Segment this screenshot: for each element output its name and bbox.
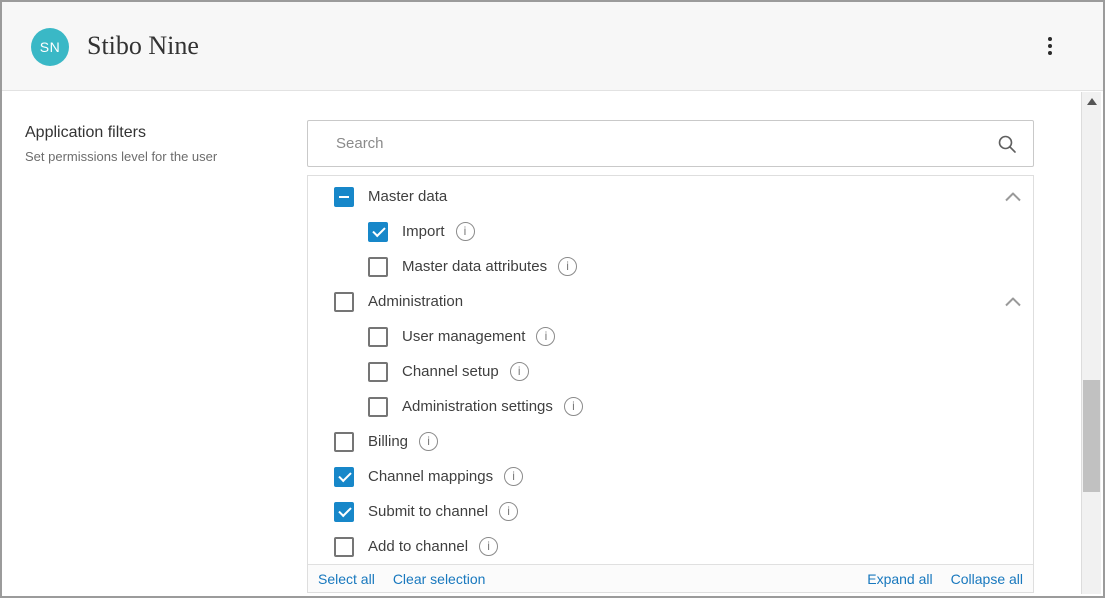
clear-selection-link[interactable]: Clear selection xyxy=(393,571,486,587)
info-icon[interactable]: i xyxy=(564,397,583,416)
tree-row[interactable]: User management i xyxy=(308,319,1033,354)
checkbox[interactable] xyxy=(334,502,354,522)
tree-item-label: Administration settings xyxy=(402,398,553,415)
checkbox[interactable] xyxy=(368,362,388,382)
tree-row[interactable]: Import i xyxy=(308,214,1033,249)
info-icon[interactable]: i xyxy=(499,502,518,521)
tree-row[interactable]: Master data attributes i xyxy=(308,249,1033,284)
scrollbar-thumb[interactable] xyxy=(1083,380,1100,492)
app-header: SN Stibo Nine xyxy=(2,2,1103,91)
checkbox[interactable] xyxy=(334,187,354,207)
tree-row[interactable]: Channel setup i xyxy=(308,354,1033,389)
tree-row[interactable]: Master data xyxy=(308,179,1033,214)
checkbox[interactable] xyxy=(368,397,388,417)
filters-subtitle: Set permissions level for the user xyxy=(25,149,285,164)
tree-item-label: Add to channel xyxy=(368,538,468,555)
tree-item-label: Master data xyxy=(368,188,447,205)
tree-item-label: Channel mappings xyxy=(368,468,493,485)
info-icon[interactable]: i xyxy=(504,467,523,486)
tree-item-label: User management xyxy=(402,328,525,345)
info-icon[interactable]: i xyxy=(536,327,555,346)
info-icon[interactable]: i xyxy=(558,257,577,276)
tree-item-label: Master data attributes xyxy=(402,258,547,275)
checkbox[interactable] xyxy=(368,222,388,242)
tree-row[interactable]: Submit to channel i xyxy=(308,494,1033,529)
search-input[interactable] xyxy=(308,121,997,166)
tree-row[interactable]: Add to channel i xyxy=(308,529,1033,564)
chevron-up-icon[interactable] xyxy=(1001,188,1025,205)
checkbox[interactable] xyxy=(334,432,354,452)
scroll-up-icon[interactable] xyxy=(1082,92,1101,110)
tree-row[interactable]: Billing i xyxy=(308,424,1033,459)
tree-item-label: Import xyxy=(402,223,445,240)
tree-row[interactable]: Administration xyxy=(308,284,1033,319)
vertical-scrollbar[interactable] xyxy=(1081,92,1101,594)
filters-descriptor: Application filters Set permissions leve… xyxy=(25,124,285,164)
tree-item-label: Billing xyxy=(368,433,408,450)
tree-row[interactable]: Administration settings i xyxy=(308,389,1033,424)
app-window: SN Stibo Nine Application filters Set pe… xyxy=(0,0,1105,598)
tree-item-label: Channel setup xyxy=(402,363,499,380)
tree-row[interactable]: Channel mappings i xyxy=(308,459,1033,494)
search-box xyxy=(307,120,1034,167)
permissions-tree-panel: Master data Import i Master data attribu… xyxy=(307,175,1034,593)
info-icon[interactable]: i xyxy=(456,222,475,241)
checkbox[interactable] xyxy=(368,257,388,277)
collapse-all-link[interactable]: Collapse all xyxy=(951,571,1023,587)
info-icon[interactable]: i xyxy=(510,362,529,381)
filters-title: Application filters xyxy=(25,124,285,142)
info-icon[interactable]: i xyxy=(419,432,438,451)
page-title: Stibo Nine xyxy=(87,31,199,61)
checkbox[interactable] xyxy=(334,292,354,312)
checkbox[interactable] xyxy=(368,327,388,347)
avatar: SN xyxy=(31,28,69,66)
expand-all-link[interactable]: Expand all xyxy=(867,571,932,587)
checkbox[interactable] xyxy=(334,467,354,487)
tree-footer: Select all Clear selection Expand all Co… xyxy=(308,564,1033,592)
tree-item-label: Submit to channel xyxy=(368,503,488,520)
select-all-link[interactable]: Select all xyxy=(318,571,375,587)
tree-list: Master data Import i Master data attribu… xyxy=(308,176,1033,564)
info-icon[interactable]: i xyxy=(479,537,498,556)
checkbox[interactable] xyxy=(334,537,354,557)
kebab-menu-icon[interactable] xyxy=(1040,31,1060,61)
tree-item-label: Administration xyxy=(368,293,463,310)
search-icon[interactable] xyxy=(997,134,1017,154)
chevron-up-icon[interactable] xyxy=(1001,293,1025,310)
